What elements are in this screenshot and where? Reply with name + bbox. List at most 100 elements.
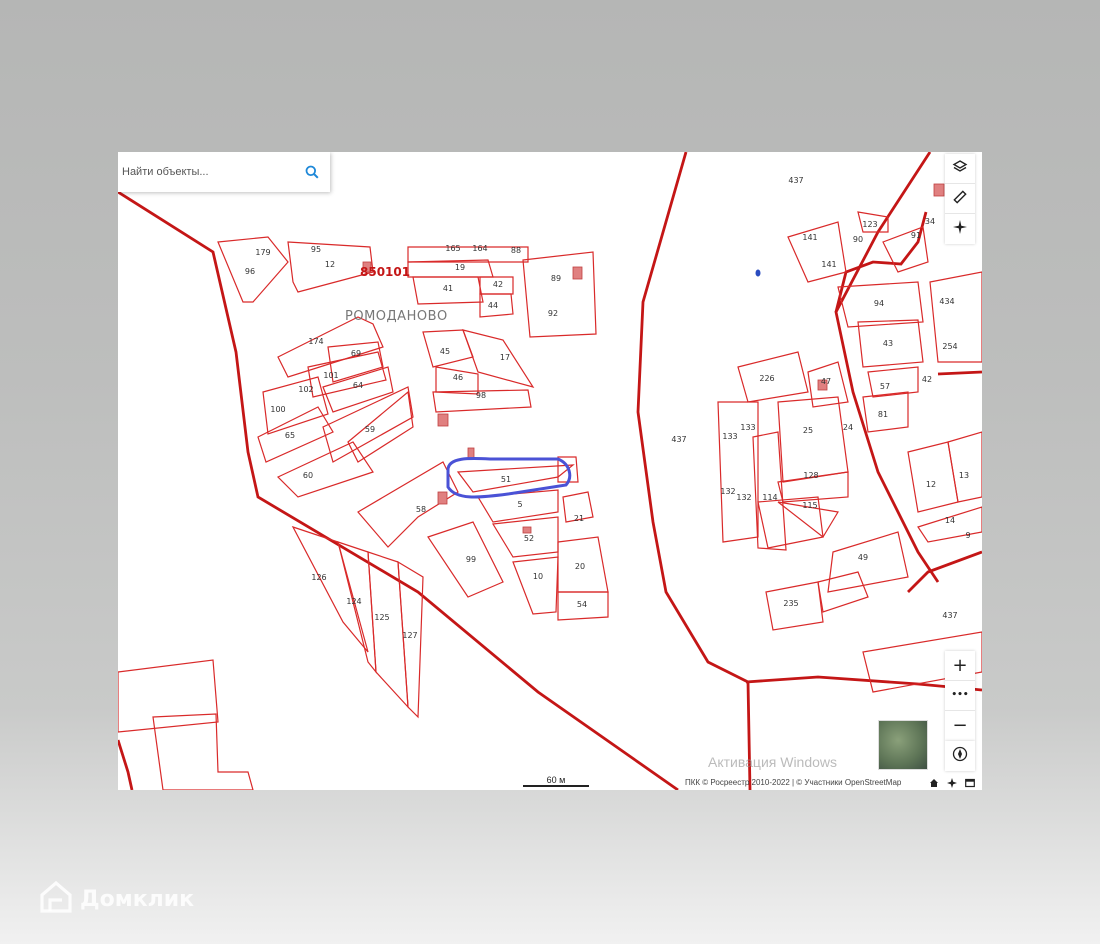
ruler-button[interactable]: [945, 184, 975, 214]
parcel-label: 102: [298, 385, 313, 394]
parcel-label: 44: [488, 301, 498, 310]
parcel-label: 43: [883, 339, 893, 348]
point-marker: [755, 269, 761, 277]
parcel-label: 226: [759, 374, 774, 383]
home-icon[interactable]: [928, 777, 940, 789]
cadastral-map[interactable]: 850101 РОМОДАНОВО 179 95 96 12 165 164 8…: [118, 152, 982, 790]
house-logo-icon: [38, 880, 74, 918]
search-input[interactable]: [122, 166, 302, 178]
parcel-label: 126: [311, 573, 326, 582]
layers-icon: [952, 159, 968, 179]
zoom-in-button[interactable]: +: [945, 651, 975, 681]
parcel-label: 81: [878, 410, 888, 419]
zoom-in-symbol: +: [952, 654, 968, 676]
zoom-more-symbol: •••: [951, 690, 969, 700]
parcel-label: 132: [736, 493, 751, 502]
parcel-label: 141: [802, 233, 817, 242]
parcel-label: 164: [472, 244, 487, 253]
parcel-label: 437: [942, 611, 957, 620]
move-icon[interactable]: [946, 777, 958, 789]
parcel-label: 60: [303, 471, 313, 480]
parcel-label: 64: [353, 381, 363, 390]
parcel-label: 59: [365, 425, 375, 434]
parcel-label: 89: [551, 274, 561, 283]
parcel-label: 65: [285, 431, 295, 440]
parcel-label: 34: [925, 217, 935, 226]
parcel-label: 21: [574, 514, 584, 523]
scale-bar: 60 м: [523, 775, 589, 787]
parcel-label: 114: [762, 493, 777, 502]
parcel-label: 88: [511, 246, 521, 255]
parcel-label: 174: [308, 337, 323, 346]
quarter-label: 850101: [360, 265, 410, 279]
search-icon[interactable]: [302, 162, 322, 182]
parcel-label: 25: [803, 426, 813, 435]
parcel-label: 52: [524, 534, 534, 543]
parcel-label: 13: [959, 471, 969, 480]
parcel-label: 99: [466, 555, 476, 564]
parcel-label: 9: [965, 531, 970, 540]
zoom-controls: + ••• −: [945, 651, 975, 741]
search-bar: [118, 152, 330, 192]
parcel-label: 101: [323, 371, 338, 380]
parcel-label: 42: [922, 375, 932, 384]
brand-name: Домклик: [80, 886, 195, 912]
parcel-label: 69: [351, 349, 361, 358]
parcel-label: 20: [575, 562, 585, 571]
parcel-label: 133: [740, 423, 755, 432]
compass-button[interactable]: [945, 741, 975, 771]
parcel-label: 12: [325, 260, 335, 269]
boundary-line: [907, 550, 982, 593]
map-attribution[interactable]: ПКК © Росреестр 2010-2022 | © Участники …: [685, 778, 901, 787]
parcel-label: 115: [802, 501, 817, 510]
bottom-toolbar: [928, 777, 976, 789]
parcel-label: 437: [671, 435, 686, 444]
parcel-label: 45: [440, 347, 450, 356]
parcel-label: 14: [945, 516, 955, 525]
zoom-out-button[interactable]: −: [945, 711, 975, 741]
parcel-label: 100: [270, 405, 285, 414]
parcel-label: 91: [911, 231, 921, 240]
scale-label: 60 м: [546, 775, 566, 785]
parcel-label: 125: [374, 613, 389, 622]
parcel-label: 17: [500, 353, 510, 362]
parcel-label: 179: [255, 248, 270, 257]
parcel-label: 41: [443, 284, 453, 293]
parcel-label: 437: [788, 176, 803, 185]
parcel-label: 254: [942, 342, 957, 351]
parcel-label: 434: [939, 297, 954, 306]
parcel-label: 54: [577, 600, 587, 609]
parcel-label: 235: [783, 599, 798, 608]
parcel-label: 132: [720, 487, 735, 496]
compass-icon: [952, 746, 968, 766]
ruler-icon: [952, 189, 968, 209]
crosshair-icon: [952, 219, 968, 239]
locate-button[interactable]: [945, 214, 975, 244]
parcel-label: 95: [311, 245, 321, 254]
parcel-label: 5: [517, 500, 522, 509]
parcel-label: 94: [874, 299, 884, 308]
parcel-label: 42: [493, 280, 503, 289]
map-viewport[interactable]: 850101 РОМОДАНОВО 179 95 96 12 165 164 8…: [118, 152, 982, 790]
parcel-label: 12: [926, 480, 936, 489]
parcel-label: 24: [843, 423, 853, 432]
parcel-label: 57: [880, 382, 890, 391]
parcel-label: 49: [858, 553, 868, 562]
parcel-label: 58: [416, 505, 426, 514]
windows-watermark: Активация Windows: [708, 754, 838, 770]
zoom-out-symbol: −: [952, 715, 968, 736]
boundary-line: [636, 152, 752, 790]
parcel-label: 47: [821, 377, 831, 386]
zoom-more-button[interactable]: •••: [945, 681, 975, 711]
parcel-label: 46: [453, 373, 463, 382]
parcel-label: 165: [445, 244, 460, 253]
parcel-label: 19: [455, 263, 465, 272]
layers-button[interactable]: [945, 154, 975, 184]
window-icon[interactable]: [964, 777, 976, 789]
brand-watermark: Домклик: [38, 880, 194, 918]
parcel-label: 96: [245, 267, 255, 276]
boundary-line: [937, 370, 982, 376]
satellite-layer-toggle[interactable]: [878, 720, 928, 770]
parcel-label: 10: [533, 572, 543, 581]
scale-line: [523, 785, 589, 787]
